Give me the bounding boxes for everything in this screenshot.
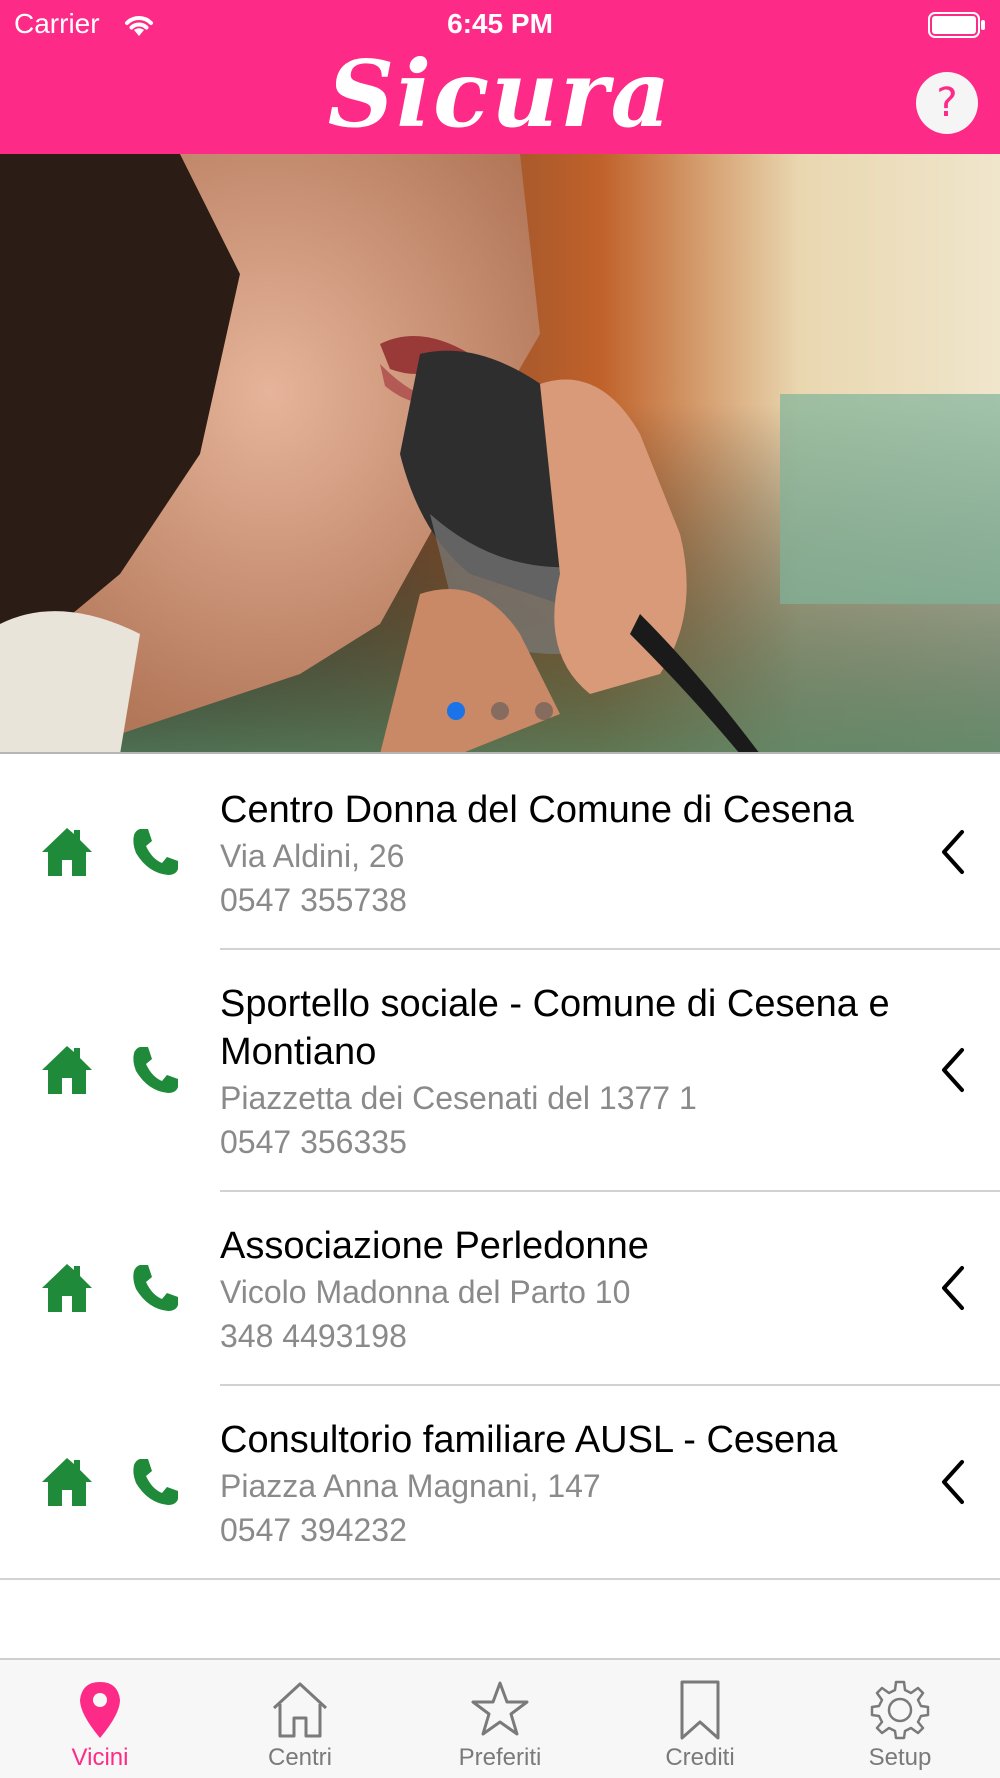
tab-label: Preferiti — [458, 1744, 542, 1771]
page-dot-3[interactable] — [535, 702, 553, 720]
gear-outline-icon — [870, 1680, 930, 1740]
center-phone: 0547 356335 — [220, 1124, 407, 1160]
phone-icon[interactable] — [130, 1045, 180, 1095]
map-pin-icon — [80, 1682, 120, 1738]
house-outline-icon — [272, 1682, 328, 1738]
page-indicator[interactable] — [0, 702, 1000, 722]
battery-icon — [928, 12, 985, 38]
tab-label: Setup — [868, 1744, 932, 1771]
home-icon[interactable] — [40, 1044, 94, 1096]
phone-icon[interactable] — [130, 1457, 180, 1507]
tab-label: Vicini — [71, 1744, 129, 1771]
list-item[interactable]: Centro Donna del Comune di Cesena Via Al… — [0, 756, 1000, 950]
tab-setup[interactable]: Setup — [800, 1660, 1000, 1778]
chevron-left-icon[interactable] — [938, 1458, 968, 1506]
status-time: 6:45 PM — [447, 8, 553, 39]
list-item[interactable]: Sportello sociale - Comune di Cesena e M… — [0, 950, 1000, 1192]
chevron-left-icon[interactable] — [938, 1264, 968, 1312]
bookmark-outline-icon — [680, 1680, 720, 1740]
center-address: Vicolo Madonna del Parto 10 — [220, 1274, 631, 1310]
center-name: Associazione Perledonne — [220, 1225, 649, 1267]
home-icon[interactable] — [40, 826, 94, 878]
chevron-left-icon[interactable] — [938, 828, 968, 876]
tab-label: Crediti — [665, 1744, 735, 1771]
list-item[interactable]: Associazione Perledonne Vicolo Madonna d… — [0, 1192, 1000, 1386]
tab-crediti[interactable]: Crediti — [600, 1660, 800, 1778]
phone-icon[interactable] — [130, 827, 180, 877]
app-logo: Sicura — [327, 40, 673, 148]
chevron-left-icon[interactable] — [938, 1046, 968, 1094]
center-phone: 0547 394232 — [220, 1512, 407, 1548]
star-outline-icon — [471, 1681, 529, 1736]
center-phone: 348 4493198 — [220, 1318, 407, 1354]
page-dot-1[interactable] — [447, 702, 465, 720]
center-name: Centro Donna del Comune di Cesena — [220, 789, 854, 831]
tab-bar: Vicini Centri Preferiti Crediti Setup — [0, 1658, 1000, 1778]
tab-centri[interactable]: Centri — [200, 1660, 400, 1778]
center-phone: 0547 355738 — [220, 882, 407, 918]
phone-icon[interactable] — [130, 1263, 180, 1313]
center-address: Via Aldini, 26 — [220, 838, 405, 874]
banner-photo — [0, 154, 1000, 752]
tab-label: Centri — [267, 1744, 333, 1771]
center-name: Consultorio familiare AUSL - Cesena — [220, 1419, 838, 1461]
home-icon[interactable] — [40, 1262, 94, 1314]
page-dot-2[interactable] — [491, 702, 509, 720]
banner-carousel[interactable] — [0, 154, 1000, 754]
center-address: Piazza Anna Magnani, 147 — [220, 1468, 601, 1504]
tab-preferiti[interactable]: Preferiti — [400, 1660, 600, 1778]
center-address: Piazzetta dei Cesenati del 1377 1 — [220, 1080, 697, 1116]
center-name: Sportello sociale - Comune di Cesena e M… — [220, 983, 890, 1073]
home-icon[interactable] — [40, 1456, 94, 1508]
app-header: Carrier 6:45 PM Sicura ? — [0, 0, 1000, 154]
list-item[interactable]: Consultorio familiare AUSL - Cesena Piaz… — [0, 1386, 1000, 1580]
centers-list: Centro Donna del Comune di Cesena Via Al… — [0, 756, 1000, 1580]
tab-vicini[interactable]: Vicini — [0, 1660, 200, 1778]
help-button[interactable]: ? — [916, 72, 978, 134]
